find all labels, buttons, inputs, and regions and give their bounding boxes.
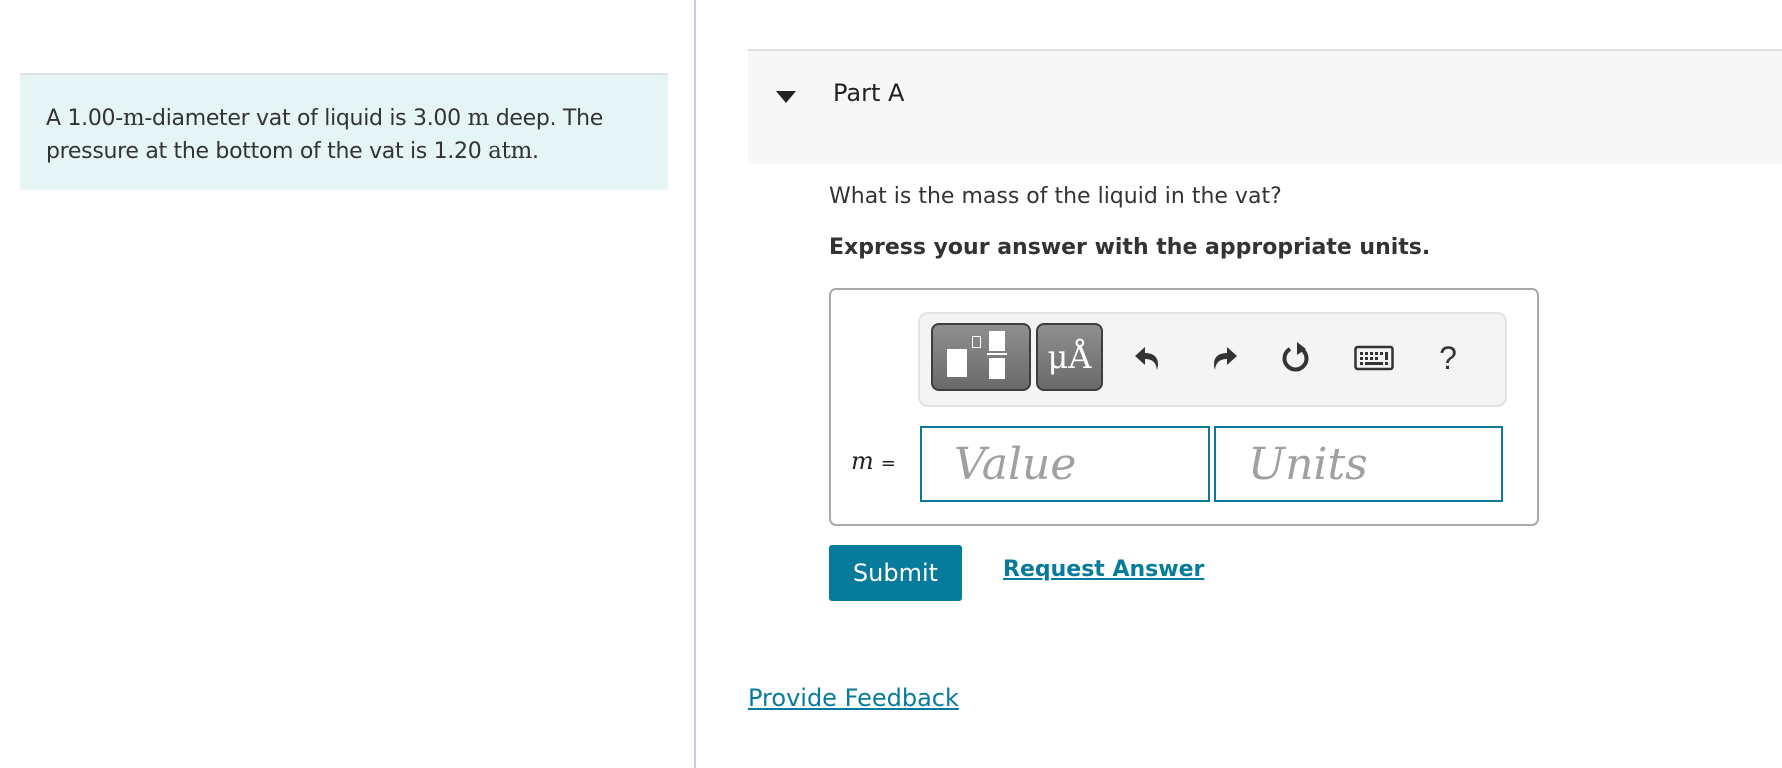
keyboard-button[interactable] <box>1352 336 1396 380</box>
help-icon: ? <box>1439 339 1457 376</box>
math-toolbar: μÅ ? <box>918 312 1507 407</box>
units-symbol-icon: μÅ <box>1047 338 1092 376</box>
problem-text-segment: -diameter vat of liquid is 3.00 <box>144 106 468 131</box>
answer-variable-label: m = <box>851 447 896 475</box>
answer-box: μÅ ? m = Value Units <box>829 288 1539 526</box>
problem-pane: A 1.00-m-diameter vat of liquid is 3.00 … <box>0 0 694 768</box>
units-input[interactable] <box>1214 426 1503 502</box>
problem-text-segment: A 1.00- <box>46 106 123 131</box>
part-a-header[interactable]: Part A <box>748 49 1782 164</box>
question-text: What is the mass of the liquid in the va… <box>829 184 1282 209</box>
value-input[interactable] <box>920 426 1210 502</box>
request-answer-link[interactable]: Request Answer <box>1003 557 1204 582</box>
keyboard-icon <box>1354 345 1394 371</box>
templates-button[interactable] <box>931 323 1031 391</box>
equals-sign: = <box>880 453 896 474</box>
problem-math-unit: atm <box>488 138 533 164</box>
units-button[interactable]: μÅ <box>1036 323 1103 391</box>
problem-math-unit: m <box>467 105 490 131</box>
problem-statement: A 1.00-m-diameter vat of liquid is 3.00 … <box>20 73 668 190</box>
redo-icon <box>1214 347 1237 370</box>
problem-math-unit: m <box>122 105 145 131</box>
reset-button[interactable] <box>1275 336 1319 380</box>
part-title: Part A <box>833 79 905 107</box>
pane-divider[interactable] <box>694 0 696 768</box>
redo-button[interactable] <box>1201 336 1245 380</box>
provide-feedback-link[interactable]: Provide Feedback <box>748 684 959 712</box>
reset-icon <box>1282 342 1309 372</box>
help-button[interactable]: ? <box>1426 336 1470 380</box>
submit-button[interactable]: Submit <box>829 545 962 601</box>
undo-icon <box>1135 347 1158 370</box>
variable-symbol: m <box>851 447 874 475</box>
problem-text-segment: . <box>532 139 539 164</box>
undo-button[interactable] <box>1127 336 1171 380</box>
instruction-text: Express your answer with the appropriate… <box>829 235 1431 260</box>
collapse-triangle-icon[interactable] <box>776 91 796 103</box>
